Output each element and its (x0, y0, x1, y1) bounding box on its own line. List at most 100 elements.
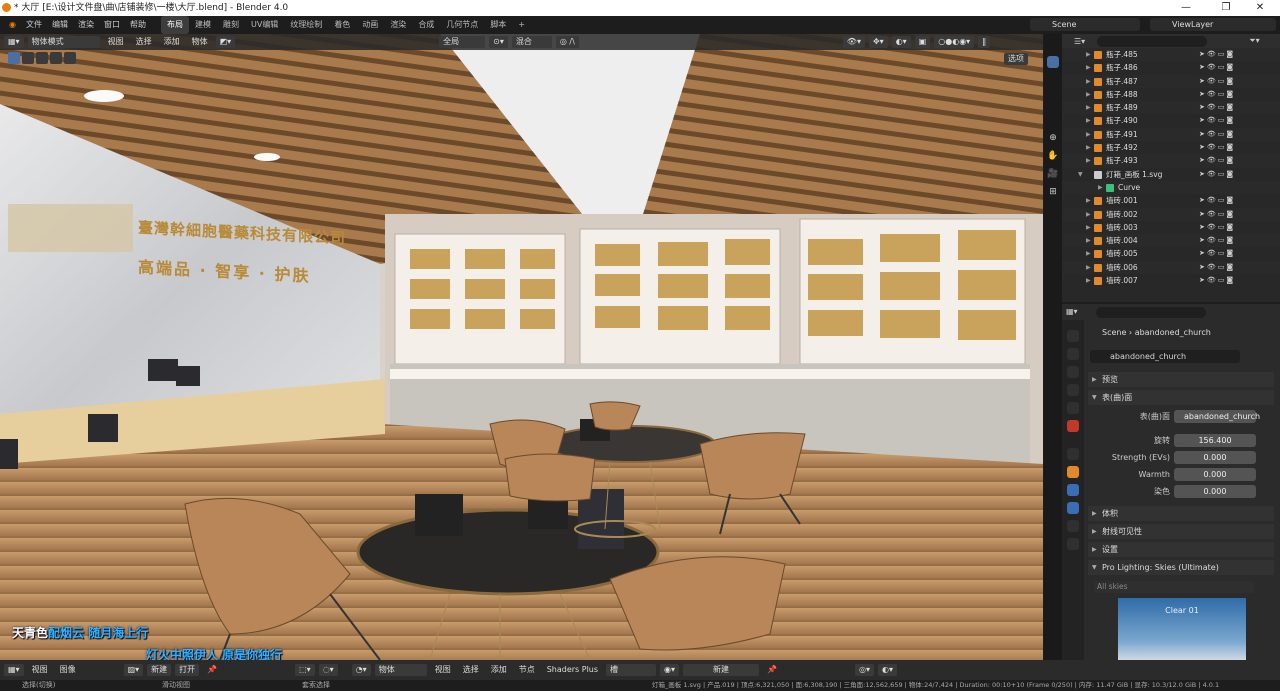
visibility-toggles-icon[interactable]: ➤👁▭◙ (1199, 75, 1235, 88)
menu-edit[interactable]: 编辑 (47, 16, 73, 34)
visibility-toggles-icon[interactable]: ➤👁▭◙ (1199, 247, 1235, 260)
visibility-toggles-icon[interactable]: ➤👁▭◙ (1199, 114, 1235, 127)
world-name-field[interactable]: abandoned_church (1090, 350, 1240, 363)
select-invert-icon[interactable] (64, 52, 76, 64)
overlay-icon[interactable]: ◐▾ (891, 36, 911, 48)
preview-section[interactable]: ▶ 预览 (1088, 372, 1274, 387)
blender-menu-icon[interactable]: ◉ (4, 16, 21, 34)
settings-section[interactable]: ▶ 设置 (1088, 542, 1274, 557)
shader-menu-view[interactable]: 视图 (431, 664, 455, 676)
expand-arrow-icon[interactable]: ▶ (1086, 61, 1091, 74)
overlay-icon-bottom[interactable]: ◐▾ (878, 664, 898, 676)
zoom-icon[interactable]: ⊕ (1047, 132, 1059, 144)
expand-arrow-icon[interactable]: ▶ (1086, 221, 1091, 234)
xray-icon[interactable]: ▣ (914, 36, 931, 48)
minimize-button[interactable]: — (1166, 0, 1206, 16)
strength-field[interactable]: 0.000 (1174, 451, 1256, 464)
outliner-row[interactable]: ▶ 墙砖.006 ➤👁▭◙ (1062, 260, 1280, 275)
tab-geometry-nodes[interactable]: 几何节点 (440, 16, 484, 34)
mode-select[interactable]: 物体模式 (27, 36, 100, 48)
collection-tab-icon[interactable] (1067, 448, 1079, 460)
select-subtract-icon[interactable] (50, 52, 62, 64)
expand-arrow-icon[interactable]: ▶ (1098, 181, 1103, 194)
expand-arrow-icon[interactable]: ▶ (1086, 274, 1091, 287)
3d-viewport[interactable]: 臺灣幹細胞醫藥科技有限公司 高端品 · 智享 · 护肤 天青色配烟云 随月海上行… (0, 34, 1043, 660)
sky-thumbnail[interactable]: Clear 01 (1118, 598, 1246, 660)
outliner-row[interactable]: ▶ 墙砖.007 ➤👁▭◙ (1062, 274, 1280, 287)
proportional-edit-icon[interactable]: ◎ /\ (555, 36, 579, 48)
tab-layout[interactable]: 布局 (160, 16, 189, 34)
camera-icon[interactable]: 🎥 (1047, 168, 1059, 180)
constraints-tab-icon[interactable] (1067, 520, 1079, 532)
visibility-toggles-icon[interactable]: ➤👁▭◙ (1199, 168, 1235, 181)
viewport-menu-object[interactable]: 物体 (188, 36, 212, 48)
pause-icon[interactable]: ‖ (978, 36, 991, 48)
image-menu-view[interactable]: 视图 (28, 664, 52, 676)
properties-search-input[interactable] (1096, 307, 1206, 318)
outliner-row[interactable]: ▶ 瓶子.486 ➤👁▭◙ (1062, 61, 1280, 74)
image-new-button[interactable]: 新建 (147, 664, 172, 676)
tab-sculpting[interactable]: 雕刻 (217, 16, 245, 34)
data-tab-icon[interactable] (1067, 538, 1079, 550)
render-tab-icon[interactable] (1067, 348, 1079, 360)
visibility-toggles-icon[interactable]: ➤👁▭◙ (1199, 208, 1235, 221)
all-skies-select[interactable]: All skies (1094, 581, 1254, 593)
visibility-toggles-icon[interactable]: ➤👁▭◙ (1199, 194, 1235, 207)
outliner-row[interactable]: ▶ 瓶子.487 ➤👁▭◙ (1062, 74, 1280, 88)
expand-arrow-icon[interactable]: ▶ (1086, 141, 1091, 154)
surface-node-field[interactable]: abandoned_church (1174, 410, 1260, 423)
visibility-toggles-icon[interactable]: ➤👁▭◙ (1199, 261, 1235, 274)
ray-visibility-section[interactable]: ▶ 射线可见性 (1088, 524, 1274, 539)
image-menu-image[interactable]: 图像 (56, 664, 80, 676)
visibility-toggles-icon[interactable]: ➤👁▭◙ (1199, 234, 1235, 247)
outliner-row[interactable]: ▶ 瓶子.493 ➤👁▭◙ (1062, 154, 1280, 168)
output-tab-icon[interactable] (1067, 366, 1079, 378)
snap-select[interactable]: 混合 (511, 36, 552, 48)
visibility-icon[interactable]: 👁▾ (842, 36, 865, 48)
expand-arrow-icon[interactable]: ▶ (1086, 75, 1091, 88)
shader-editor-type-icon[interactable]: ◔▾ (351, 664, 371, 676)
outliner-row[interactable]: ▶ 瓶子.485 ➤👁▭◙ (1062, 48, 1280, 62)
expand-arrow-icon[interactable]: ▶ (1086, 208, 1091, 221)
menu-file[interactable]: 文件 (21, 16, 47, 34)
outliner-row[interactable]: ▼ 灯箱_画板 1.svg ➤👁▭◙ (1062, 168, 1280, 181)
viewlayer-selector[interactable]: ViewLayer (1150, 18, 1276, 31)
viewport-menu-select[interactable]: 选择 (132, 36, 156, 48)
options-button[interactable]: 选项 (1004, 53, 1028, 65)
select-new-icon[interactable] (22, 52, 34, 64)
shading-modes-icon[interactable]: ○●◐◉▾ (934, 36, 975, 48)
shader-object-select[interactable]: 物体 (374, 664, 427, 676)
outliner-row[interactable]: ▶ 墙砖.002 ➤👁▭◙ (1062, 207, 1280, 221)
world-tab-icon[interactable] (1067, 420, 1079, 432)
material-new-button[interactable]: 新建 (683, 664, 760, 676)
pivot-icon[interactable]: ⊙▾ (489, 36, 508, 48)
expand-arrow-icon[interactable]: ▶ (1086, 101, 1091, 114)
image-view-mode-icon[interactable]: ⬚▾ (295, 664, 315, 676)
material-browse-icon[interactable]: ◉▾ (660, 664, 680, 676)
menu-render[interactable]: 渲染 (73, 16, 99, 34)
expand-arrow-icon[interactable]: ▶ (1086, 48, 1091, 61)
view-layer-tab-icon[interactable] (1067, 384, 1079, 396)
transform-orientation-select[interactable]: 全局 (439, 36, 486, 48)
expand-arrow-icon[interactable]: ▶ (1086, 194, 1091, 207)
tab-modeling[interactable]: 建模 (189, 16, 217, 34)
image-display-icon[interactable]: ◌▾ (318, 664, 338, 676)
rotation-field[interactable]: 156.400 (1174, 434, 1256, 447)
shader-menu-add[interactable]: 添加 (487, 664, 511, 676)
expand-arrow-icon[interactable]: ▼ (1078, 168, 1083, 181)
select-tool-icon[interactable] (1047, 56, 1059, 68)
modifier-tab-icon[interactable] (1067, 484, 1079, 496)
visibility-toggles-icon[interactable]: ➤👁▭◙ (1199, 154, 1235, 167)
tab-animation[interactable]: 动画 (356, 16, 384, 34)
warmth-field[interactable]: 0.000 (1174, 468, 1256, 481)
physics-tab-icon[interactable] (1067, 502, 1079, 514)
tab-texture-paint[interactable]: 纹理绘制 (284, 16, 328, 34)
outliner-row[interactable]: ▶ 墙砖.004 ➤👁▭◙ (1062, 234, 1280, 248)
visibility-toggles-icon[interactable]: ➤👁▭◙ (1199, 61, 1235, 74)
expand-arrow-icon[interactable]: ▶ (1086, 261, 1091, 274)
outliner-row[interactable]: ▶ 墙砖.003 ➤👁▭◙ (1062, 221, 1280, 234)
shader-menu-node[interactable]: 节点 (515, 664, 539, 676)
visibility-toggles-icon[interactable]: ➤👁▭◙ (1199, 128, 1235, 141)
object-tab-icon[interactable] (1067, 466, 1079, 478)
viewport-menu-add[interactable]: 添加 (160, 36, 184, 48)
